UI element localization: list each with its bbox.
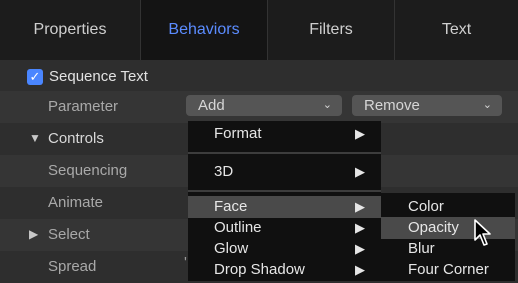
chevron-down-icon: ⌄ (482, 99, 492, 111)
submenu-arrow-icon: ▶ (355, 126, 365, 141)
menu-item-glow[interactable]: Glow ▶ (188, 238, 381, 260)
menu-separator (188, 190, 381, 192)
menu-item-3d[interactable]: 3D ▶ (188, 161, 381, 183)
menu-item-label: Drop Shadow (214, 261, 305, 278)
inspector-tabs: Properties Behaviors Filters Text (0, 0, 518, 60)
tab-properties[interactable]: Properties (0, 0, 140, 60)
submenu-arrow-icon: ▶ (355, 199, 365, 214)
mouse-pointer-icon (474, 219, 491, 246)
submenu-item-color[interactable]: Color (381, 196, 515, 218)
select-label: Select (48, 226, 90, 243)
controls-label: Controls (48, 130, 104, 147)
menu-item-label: Format (214, 125, 262, 142)
submenu-item-label: Color (408, 198, 444, 215)
disclosure-open-icon[interactable]: ▼ (29, 131, 41, 145)
add-popup-label: Add (198, 97, 225, 114)
animate-label: Animate (48, 194, 104, 211)
menu-item-format[interactable]: Format ▶ (188, 123, 381, 145)
submenu-arrow-icon: ▶ (355, 220, 365, 235)
menu-item-outline[interactable]: Outline ▶ (188, 217, 381, 239)
submenu-arrow-icon: ▶ (355, 262, 365, 277)
remove-popup-label: Remove (364, 97, 420, 114)
menu-item-drop-shadow[interactable]: Drop Shadow ▶ (188, 259, 381, 281)
menu-separator (188, 152, 381, 154)
menu-item-face[interactable]: Face ▶ (188, 196, 381, 218)
menu-item-label: 3D (214, 163, 234, 180)
chevron-down-icon: ⌄ (322, 99, 332, 111)
submenu-item-blur[interactable]: Blur (381, 238, 515, 260)
face-submenu: Color Opacity Blur Four Corner (381, 193, 515, 281)
tab-filters[interactable]: Filters (268, 0, 394, 60)
sequencing-label: Sequencing (48, 162, 128, 179)
menu-item-label: Face (214, 198, 248, 215)
submenu-item-label: Four Corner (408, 261, 489, 278)
submenu-item-opacity[interactable]: Opacity (381, 217, 515, 239)
submenu-item-four-corner[interactable]: Four Corner (381, 259, 515, 281)
tab-text[interactable]: Text (395, 0, 518, 60)
add-menu: Format ▶ 3D ▶ Face ▶ Outline ▶ Glow ▶ Dr… (188, 121, 381, 281)
add-popup[interactable]: Add ⌄ (186, 95, 342, 116)
tab-behaviors[interactable]: Behaviors (141, 0, 267, 60)
submenu-arrow-icon: ▶ (355, 164, 365, 179)
parameter-label: Parameter (48, 98, 119, 115)
spread-value-peek: ' (184, 254, 187, 271)
section-title: Sequence Text (49, 68, 148, 85)
submenu-item-label: Opacity (408, 219, 459, 236)
spread-label: Spread (48, 258, 97, 275)
submenu-arrow-icon: ▶ (355, 241, 365, 256)
sequence-text-checkbox[interactable]: ✓ (27, 69, 43, 85)
disclosure-closed-icon[interactable]: ▶ (29, 227, 38, 241)
menu-item-label: Outline (214, 219, 262, 236)
remove-popup[interactable]: Remove ⌄ (352, 95, 502, 116)
menu-item-label: Glow (214, 240, 249, 257)
submenu-item-label: Blur (408, 240, 435, 257)
